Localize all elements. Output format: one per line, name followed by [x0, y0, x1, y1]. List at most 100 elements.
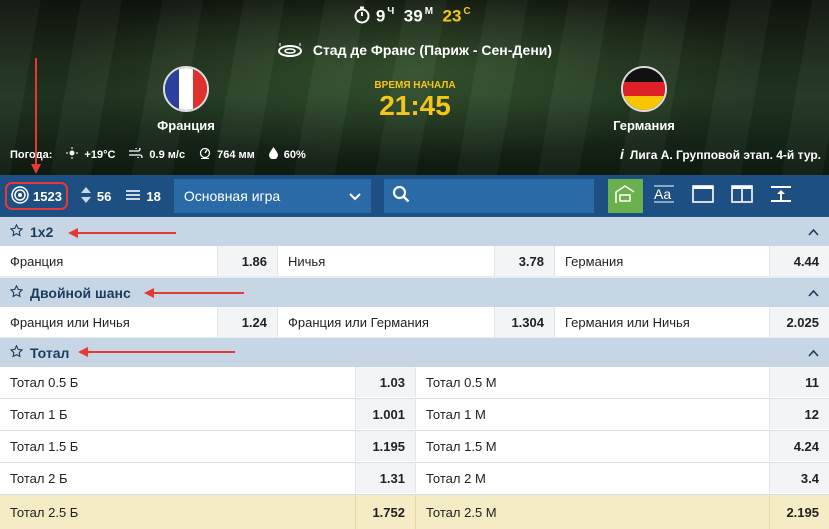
sort-arrows-icon: [80, 186, 91, 206]
outcome-label[interactable]: Франция: [0, 246, 217, 276]
market-row: Франция или Ничья 1.24 Франция или Герма…: [0, 307, 829, 337]
chevron-up-icon[interactable]: [808, 285, 819, 301]
star-icon[interactable]: [9, 223, 24, 240]
odd-button[interactable]: 2.025: [769, 307, 829, 337]
field-view-button[interactable]: [607, 179, 643, 213]
text-size-icon: Aa: [653, 184, 675, 209]
star-icon[interactable]: [9, 344, 24, 361]
market-row: Франция 1.86 Ничья 3.78 Германия 4.44: [0, 246, 829, 276]
stadium-name: Стад де Франс (Париж - Сен-Дени): [0, 42, 829, 59]
over-label[interactable]: Тотал 2.5 Б: [0, 495, 355, 529]
chevron-up-icon[interactable]: [808, 224, 819, 240]
league-info: i Лига А. Групповой этап. 4-й тур.: [620, 146, 821, 162]
outcome-label[interactable]: Франция или Ничья: [0, 307, 217, 337]
two-column-button[interactable]: [725, 179, 760, 213]
collapse-icon: [770, 185, 792, 208]
weather-label: Погода:: [10, 148, 53, 161]
font-size-button[interactable]: Aa: [647, 179, 682, 213]
over-odd-button[interactable]: 1.195: [355, 431, 415, 461]
outcome-label[interactable]: Ничья: [277, 246, 494, 276]
germany-flag-icon: [621, 66, 667, 112]
team-away-name: Германия: [613, 118, 675, 133]
under-label[interactable]: Тотал 2.5 М: [415, 495, 769, 529]
stopwatch-icon: [353, 6, 371, 29]
outcome-label[interactable]: Германия или Ничья: [554, 307, 769, 337]
stats-markets-filter[interactable]: 18: [126, 188, 161, 205]
under-odd-button[interactable]: 3.4: [769, 463, 829, 493]
odd-button[interactable]: 1.86: [217, 246, 277, 276]
all-markets-count: 1523: [33, 188, 62, 204]
sort-count: 56: [96, 188, 112, 204]
two-column-icon: [731, 184, 754, 208]
market-title: 1x2: [30, 224, 54, 240]
under-odd-button[interactable]: 11: [769, 367, 829, 397]
search-icon: [392, 185, 410, 208]
chevron-down-icon: [349, 188, 361, 204]
sun-icon: [66, 147, 79, 162]
market-title: Тотал: [30, 345, 70, 361]
team-away[interactable]: Германия: [584, 66, 704, 133]
game-type-value: Основная игра: [183, 188, 281, 204]
under-label[interactable]: Тотал 2 М: [415, 463, 769, 493]
wind-icon: [129, 146, 144, 161]
humidity-drop-icon: [268, 147, 278, 162]
single-column-button[interactable]: [686, 179, 721, 213]
total-row: Тотал 1.5 Б 1.195 Тотал 1.5 М 4.24: [0, 431, 829, 462]
timer-minutes: 39: [403, 6, 423, 26]
star-icon[interactable]: [9, 284, 24, 301]
outcome-label[interactable]: Германия: [554, 246, 769, 276]
under-odd-button[interactable]: 2.195: [769, 495, 829, 529]
over-odd-button[interactable]: 1.001: [355, 399, 415, 429]
odd-button[interactable]: 3.78: [494, 246, 554, 276]
over-odd-button[interactable]: 1.31: [355, 463, 415, 493]
start-time: 21:45: [379, 90, 451, 121]
over-label[interactable]: Тотал 1.5 Б: [0, 431, 355, 461]
all-markets-filter[interactable]: 1523: [5, 182, 68, 210]
team-home[interactable]: Франция: [126, 66, 246, 133]
odd-button[interactable]: 1.304: [494, 307, 554, 337]
stadium-icon: [277, 42, 313, 58]
odd-button[interactable]: 1.24: [217, 307, 277, 337]
total-row: Тотал 2 Б 1.31 Тотал 2 М 3.4: [0, 463, 829, 494]
france-flag-icon: [163, 66, 209, 112]
under-odd-button[interactable]: 4.24: [769, 431, 829, 461]
odd-button[interactable]: 4.44: [769, 246, 829, 276]
sort-markets-filter[interactable]: 56: [80, 186, 112, 206]
market-header-total[interactable]: Тотал: [0, 338, 829, 368]
team-home-name: Франция: [157, 118, 215, 133]
under-odd-button[interactable]: 12: [769, 399, 829, 429]
chevron-up-icon[interactable]: [808, 345, 819, 361]
market-header-1x2[interactable]: 1x2: [0, 217, 829, 247]
collapse-all-button[interactable]: [764, 179, 799, 213]
market-header-double-chance[interactable]: Двойной шанс: [0, 278, 829, 308]
under-label[interactable]: Тотал 0.5 М: [415, 367, 769, 397]
game-type-select[interactable]: Основная игра: [173, 179, 371, 213]
over-odd-button[interactable]: 1.03: [355, 367, 415, 397]
over-label[interactable]: Тотал 2 Б: [0, 463, 355, 493]
timer-hours: 9: [375, 6, 386, 26]
stats-count: 18: [146, 188, 161, 204]
over-label[interactable]: Тотал 0.5 Б: [0, 367, 355, 397]
weather-pressure: 764 мм: [217, 148, 255, 161]
weather-humidity: 60%: [283, 148, 306, 161]
pressure-icon: [199, 147, 211, 162]
info-icon: i: [620, 146, 624, 162]
over-label[interactable]: Тотал 1 Б: [0, 399, 355, 429]
over-odd-button[interactable]: 1.752: [355, 495, 415, 529]
single-column-icon: [692, 184, 715, 208]
match-header: 9Ч 39 М 23 С Стад де Франс (Париж - Сен-Де…: [0, 0, 829, 175]
market-title: Двойной шанс: [30, 285, 131, 301]
under-label[interactable]: Тотал 1 М: [415, 399, 769, 429]
target-icon: [11, 185, 29, 207]
weather-bar: Погода: +19°C 0.9 м/с 764 мм 60%: [10, 146, 306, 162]
total-row-highlighted: Тотал 2.5 Б 1.752 Тотал 2.5 М 2.195: [0, 495, 829, 529]
weather-temp: +19°C: [84, 148, 116, 161]
countdown-timer: 9Ч 39 М 23 С: [0, 6, 829, 29]
total-row: Тотал 1 Б 1.001 Тотал 1 М 12: [0, 399, 829, 430]
weather-wind: 0.9 м/с: [149, 148, 186, 161]
bars-icon: [126, 188, 141, 205]
match-start: ВРЕМЯ НАЧАЛА 21:45: [340, 80, 490, 122]
outcome-label[interactable]: Франция или Германия: [277, 307, 494, 337]
market-search-input[interactable]: [383, 179, 594, 213]
under-label[interactable]: Тотал 1.5 М: [415, 431, 769, 461]
